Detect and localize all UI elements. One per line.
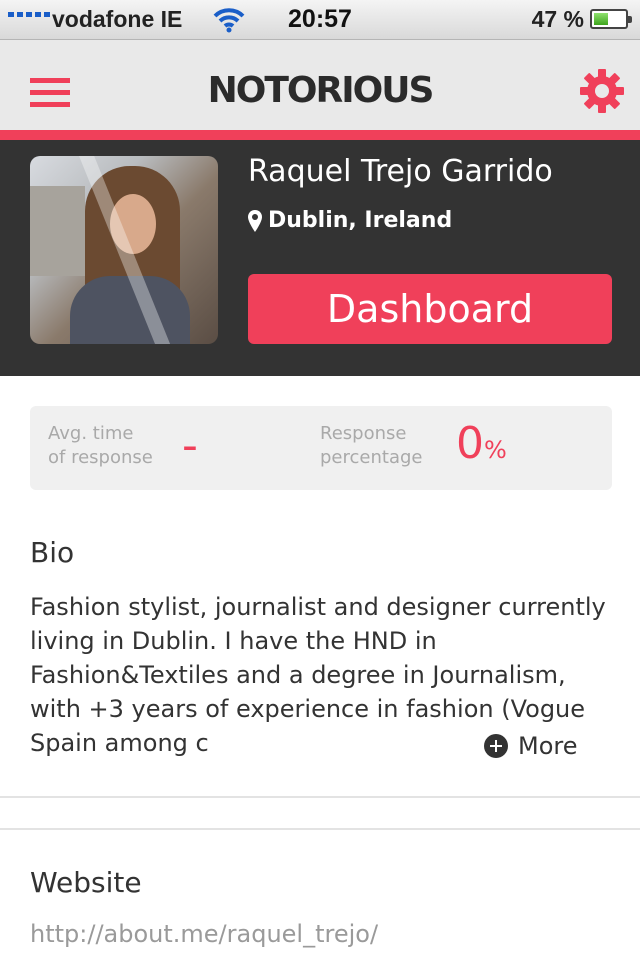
navigation-bar: NOTORIOUS bbox=[0, 40, 640, 130]
battery-icon bbox=[590, 9, 632, 29]
app-title: NOTORIOUS bbox=[207, 70, 435, 111]
avg-response-time-label: Avg. time of response bbox=[48, 422, 188, 470]
section-divider bbox=[0, 796, 640, 798]
bio-more-button[interactable]: More bbox=[466, 726, 606, 766]
pct-label-line-1: Response bbox=[320, 423, 407, 444]
website-heading: Website bbox=[30, 866, 142, 899]
plus-circle-icon bbox=[484, 734, 508, 758]
pct-label-line-2: percentage bbox=[320, 447, 423, 468]
response-stats-card: Avg. time of response - Response percent… bbox=[30, 406, 612, 490]
bio-heading: Bio bbox=[30, 536, 75, 569]
response-percentage-value: 0% bbox=[456, 418, 507, 469]
avg-label-line-1: Avg. time bbox=[48, 423, 134, 444]
avg-response-time-value: - bbox=[182, 420, 198, 471]
dashboard-button[interactable]: Dashboard bbox=[248, 274, 612, 344]
response-percentage-label: Response percentage bbox=[320, 422, 460, 470]
more-label: More bbox=[518, 732, 578, 760]
status-bar: vodafone IE 20:57 47 % bbox=[0, 0, 640, 40]
battery-percentage: 47 % bbox=[531, 6, 584, 32]
nav-accent-stripe bbox=[0, 130, 640, 140]
website-link[interactable]: http://about.me/raquel_trejo/ bbox=[30, 920, 378, 948]
avatar[interactable] bbox=[30, 156, 218, 344]
percentage-number: 0 bbox=[456, 418, 484, 469]
gear-icon[interactable] bbox=[579, 68, 625, 114]
profile-header: Raquel Trejo Garrido Dublin, Ireland Das… bbox=[0, 140, 640, 376]
location-pin-icon bbox=[248, 209, 262, 232]
profile-name: Raquel Trejo Garrido bbox=[248, 154, 553, 189]
profile-location: Dublin, Ireland bbox=[248, 208, 452, 233]
location-text: Dublin, Ireland bbox=[268, 208, 453, 233]
avg-label-line-2: of response bbox=[48, 447, 153, 468]
percentage-unit: % bbox=[484, 436, 507, 464]
section-divider bbox=[0, 828, 640, 830]
